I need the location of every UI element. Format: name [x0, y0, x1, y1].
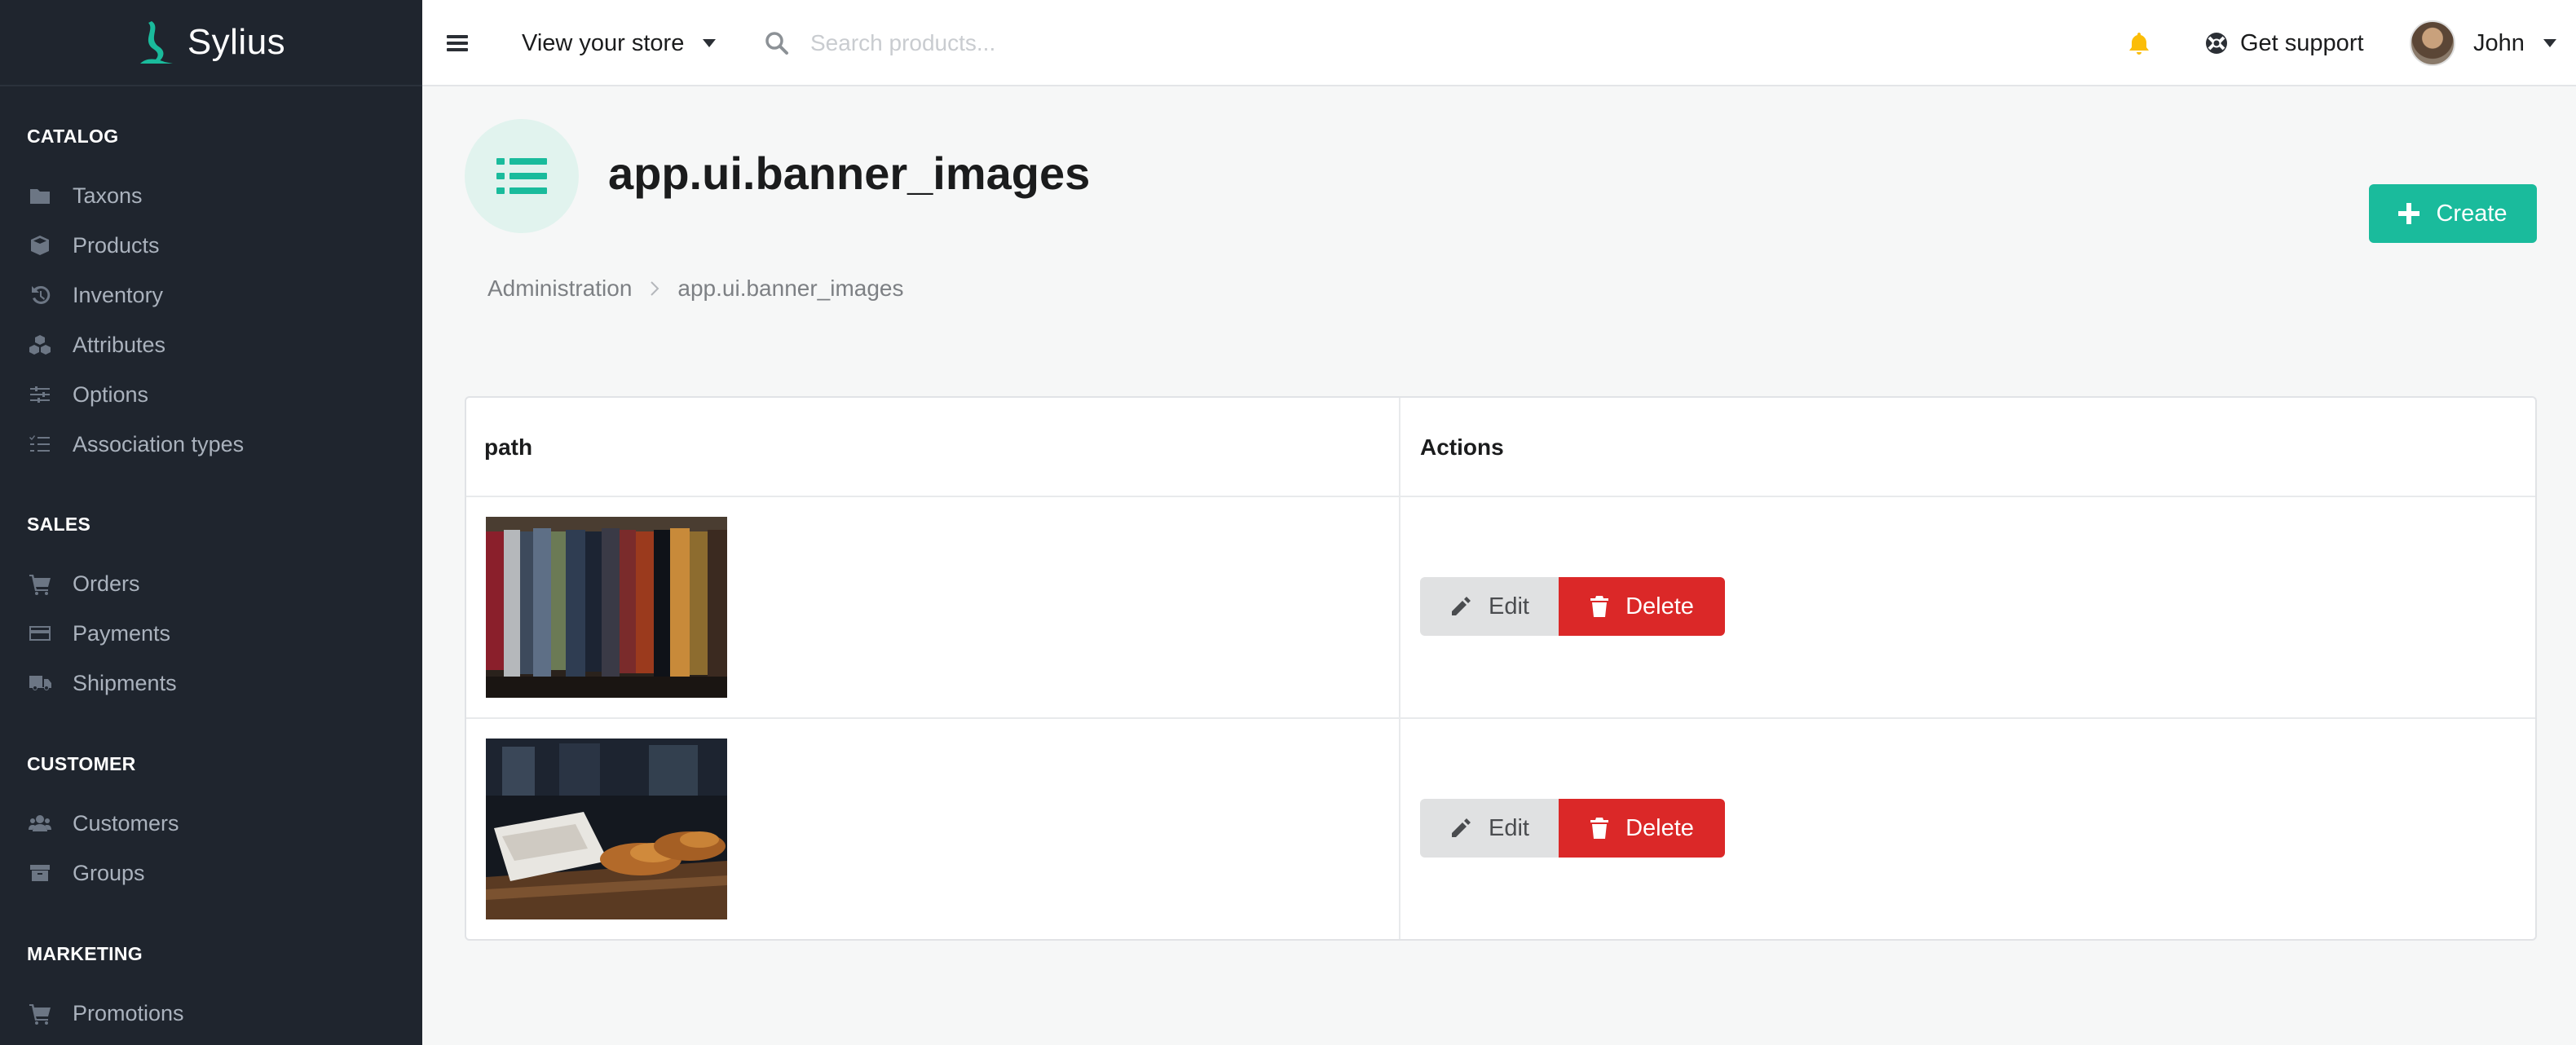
view-store-label: View your store [522, 29, 685, 56]
create-button[interactable]: Create [2369, 184, 2537, 243]
delete-button[interactable]: Delete [1559, 577, 1725, 636]
sidebar: Sylius CATALOG Taxons Products Inventory… [0, 0, 422, 1045]
sidebar-item-label: Products [73, 232, 160, 258]
column-divider [1399, 398, 1400, 939]
folder-icon [27, 183, 53, 209]
sidebar-item-label: Groups [73, 860, 145, 885]
archive-icon [27, 860, 53, 886]
truck-icon [27, 670, 53, 696]
sidebar-item-association-types[interactable]: Association types [27, 421, 244, 467]
row-actions: Edit Delete [1420, 577, 1725, 636]
search-bar [765, 0, 1299, 86]
pencil-icon [1452, 818, 1471, 837]
sidebar-item-options[interactable]: Options [27, 372, 148, 417]
sidebar-item-attributes[interactable]: Attributes [27, 322, 165, 368]
sidebar-header-customer: CUSTOMER [27, 753, 136, 774]
list-icon [496, 158, 547, 194]
sidebar-item-orders[interactable]: Orders [27, 561, 140, 606]
column-header-path[interactable]: path [484, 398, 532, 497]
sidebar-item-label: Attributes [73, 332, 166, 357]
brand-name: Sylius [187, 22, 286, 62]
topbar: View your store Get support John [422, 0, 2576, 86]
sidebar-item-groups[interactable]: Groups [27, 850, 145, 896]
sidebar-item-inventory[interactable]: Inventory [27, 272, 163, 318]
lifesaver-icon [2206, 33, 2227, 54]
sidebar-item-customers[interactable]: Customers [27, 800, 179, 846]
trash-icon [1590, 596, 1609, 617]
credit-card-icon [27, 620, 53, 646]
breadcrumb-current: app.ui.banner_images [677, 276, 904, 301]
edit-button-label: Edit [1489, 593, 1529, 620]
sidebar-item-label: Promotions [73, 1000, 184, 1025]
header-divider [466, 496, 2535, 497]
shoes-and-shirts-thumbnail[interactable] [486, 739, 727, 919]
create-button-label: Create [2436, 200, 2508, 227]
bell-icon [2129, 33, 2149, 55]
sidebar-item-taxons[interactable]: Taxons [27, 173, 143, 218]
breadcrumb: Administration app.ui.banner_images [487, 276, 904, 302]
sidebar-item-label: Payments [73, 620, 171, 646]
brand[interactable]: Sylius [0, 0, 422, 86]
page-title: app.ui.banner_images [608, 148, 1091, 199]
caret-down-icon [2543, 39, 2556, 47]
tasks-icon [27, 431, 53, 457]
notifications-button[interactable] [2128, 0, 2150, 86]
breadcrumb-administration-link[interactable]: Administration [487, 276, 632, 302]
delete-button[interactable]: Delete [1559, 799, 1725, 858]
delete-button-label: Delete [1625, 814, 1694, 841]
column-header-actions: Actions [1420, 434, 1504, 460]
search-icon [765, 32, 788, 55]
cube-icon [27, 232, 53, 258]
sliders-icon [27, 381, 53, 408]
sidebar-header-marketing: MARKETING [27, 943, 143, 964]
search-input[interactable] [810, 30, 1299, 56]
get-support-link[interactable]: Get support [2204, 0, 2364, 86]
sidebar-item-shipments[interactable]: Shipments [27, 660, 177, 706]
chevron-right-icon [651, 281, 659, 296]
get-support-label: Get support [2240, 29, 2364, 56]
menu-toggle-button[interactable] [447, 0, 483, 86]
view-store-dropdown[interactable]: View your store [522, 0, 717, 86]
sidebar-item-payments[interactable]: Payments [27, 611, 170, 656]
delete-button-label: Delete [1625, 593, 1694, 620]
edit-button[interactable]: Edit [1420, 799, 1559, 858]
pencil-icon [1452, 597, 1471, 615]
sidebar-header-sales: SALES [27, 514, 91, 535]
edit-button-label: Edit [1489, 814, 1529, 841]
user-menu[interactable]: John [2410, 0, 2557, 86]
banner-images-table: path Actions Edit Delete Edit Delete [465, 396, 2537, 941]
sidebar-item-label: Taxons [73, 183, 143, 208]
sidebar-item-label: Shipments [73, 670, 177, 695]
clothing-rack-thumbnail[interactable] [486, 517, 727, 698]
cubes-icon [27, 332, 53, 358]
sidebar-item-label: Inventory [73, 282, 164, 307]
row-actions: Edit Delete [1420, 799, 1725, 858]
plus-icon [2398, 203, 2420, 224]
sidebar-item-promotions[interactable]: Promotions [27, 990, 184, 1036]
cart-icon [27, 571, 53, 597]
sidebar-item-label: Association types [73, 431, 245, 456]
users-icon [27, 810, 53, 836]
trash-icon [1590, 818, 1609, 839]
cart-icon [27, 1000, 53, 1026]
avatar [2410, 20, 2455, 66]
edit-button[interactable]: Edit [1420, 577, 1559, 636]
caret-down-icon [703, 39, 717, 47]
sidebar-header-catalog: CATALOG [27, 126, 119, 147]
history-icon [27, 282, 53, 308]
sylius-logo-icon [139, 21, 173, 64]
sidebar-item-products[interactable]: Products [27, 223, 160, 268]
user-name: John [2473, 29, 2525, 56]
sidebar-item-label: Customers [73, 810, 179, 836]
sidebar-item-label: Orders [73, 571, 140, 596]
hamburger-icon [447, 35, 468, 51]
page-icon [465, 119, 579, 233]
sidebar-item-label: Options [73, 381, 149, 407]
row-divider [466, 717, 2535, 719]
